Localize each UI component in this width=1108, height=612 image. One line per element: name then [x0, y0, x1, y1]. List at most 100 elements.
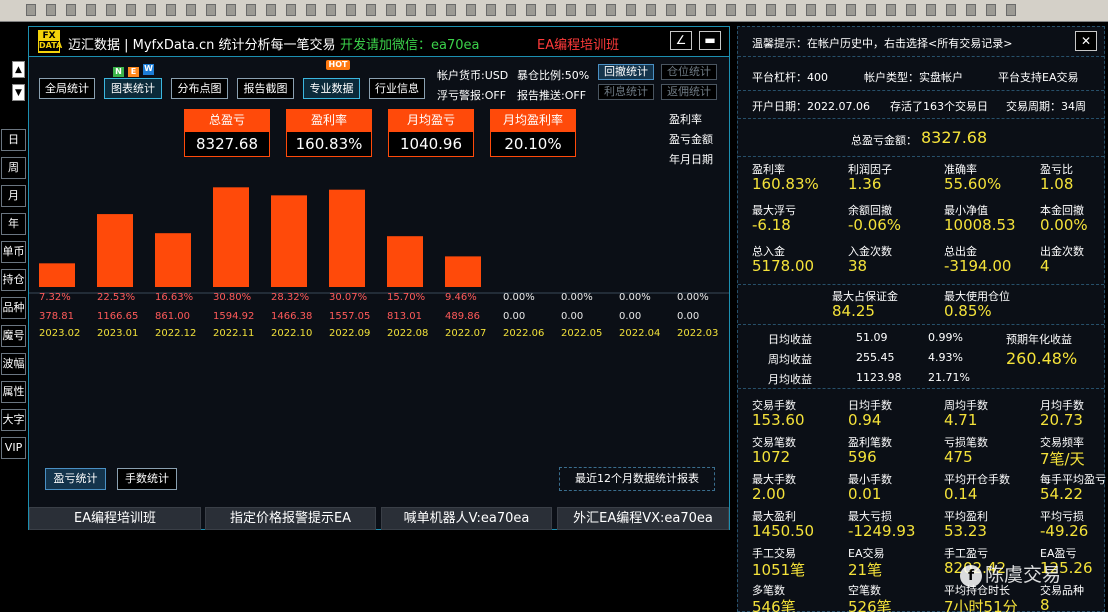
amount-label: 0.00: [561, 311, 584, 322]
kpi-title: 盈利率: [286, 109, 372, 131]
date-label: 2022.10: [271, 328, 313, 339]
promo-ea-programming[interactable]: 外汇EA编程VX:ea70ea: [557, 507, 729, 530]
kpi-profit-rate: 盈利率 160.83%: [286, 109, 372, 161]
toolbar-segment: [386, 4, 396, 16]
leverage: 平台杠杆：400: [752, 71, 828, 84]
percent-label: 0.00%: [503, 292, 535, 303]
left-nav-item[interactable]: 周: [1, 157, 26, 179]
stat-value: 153.60: [752, 411, 805, 429]
left-nav-item[interactable]: 月: [1, 185, 26, 207]
fxdata-logo: FX DATA: [38, 30, 62, 53]
left-nav-item[interactable]: 品种: [1, 297, 26, 319]
toolbar-segment: [306, 4, 316, 16]
position-stats-button[interactable]: 仓位统计: [661, 64, 717, 80]
account-row: 平台杠杆：400 帐户类型：实盘帐户 平台支持EA交易: [738, 61, 1104, 91]
return-amount: 51.09: [856, 331, 888, 344]
left-nav-item[interactable]: 年: [1, 213, 26, 235]
drawdown-stats-button[interactable]: 回撤统计: [598, 64, 654, 80]
toolbar-segment: [886, 4, 896, 16]
report-push[interactable]: 报告推送:OFF: [517, 87, 586, 103]
amount-label: 813.01: [387, 311, 422, 322]
tab-distribution[interactable]: 分布点图: [171, 78, 228, 99]
amount-label: 0.00: [677, 311, 700, 322]
left-nav-item[interactable]: 日: [1, 129, 26, 151]
close-icon[interactable]: ✕: [1075, 31, 1097, 51]
minimize-icon[interactable]: ▬: [699, 31, 721, 50]
left-nav-item[interactable]: VIP: [1, 437, 26, 459]
toolbar-segment: [226, 4, 236, 16]
amount-label: 378.81: [39, 311, 74, 322]
tab-industry-info[interactable]: 行业信息: [369, 78, 425, 99]
float-alert[interactable]: 浮亏警报:OFF: [437, 87, 506, 103]
toolbar-segment: [786, 4, 796, 16]
amount-label: 861.00: [155, 311, 190, 322]
left-nav-item[interactable]: 持仓: [1, 269, 26, 291]
return-amount: 255.45: [856, 351, 895, 364]
toolbar-segment: [726, 4, 736, 16]
toolbar-segment: [286, 4, 296, 16]
stat-value: 10008.53: [944, 216, 1016, 234]
promo-price-alert-ea[interactable]: 指定价格报警提示EA: [205, 507, 376, 530]
right-stats-panel: 温馨提示：在帐户历史中，右击选择<所有交易记录> ✕ 平台杠杆：400 帐户类型…: [737, 26, 1106, 612]
course-link[interactable]: EA编程培训班: [537, 34, 619, 53]
date-label: 2022.06: [503, 328, 545, 339]
left-nav-item[interactable]: 大字: [1, 409, 26, 431]
left-nav-item[interactable]: 单币: [1, 241, 26, 263]
toolbar-segment: [186, 4, 196, 16]
stat-value: 21笔: [848, 561, 883, 579]
toolbar-segment: [126, 4, 136, 16]
legend-date: 年月日期: [669, 153, 713, 166]
exposure-ratio: 暴仓比例:50%: [517, 69, 590, 82]
return-label: 日均收益: [768, 333, 812, 346]
scroll-up-button[interactable]: ▲: [12, 61, 25, 78]
interest-stats-button[interactable]: 利息统计: [598, 84, 654, 100]
left-nav-item[interactable]: 属性: [1, 381, 26, 403]
stat-value: 1072: [752, 448, 791, 466]
toolbar-segment: [526, 4, 536, 16]
max-margin-value: 84.25: [832, 302, 875, 320]
tab-report-screenshot[interactable]: 报告截图: [237, 78, 294, 99]
promo-signal-robot[interactable]: 喊单机器人V:ea70ea: [381, 507, 552, 530]
date-label: 2022.04: [619, 328, 661, 339]
toolbar-segment: [26, 4, 36, 16]
stat-value: 4: [1040, 257, 1050, 275]
stat-value: 38: [848, 257, 868, 275]
toolbar-segment: [446, 4, 456, 16]
promo-ea-course[interactable]: EA编程培训班: [29, 507, 201, 530]
toolbar-segment: [586, 4, 596, 16]
left-nav-item[interactable]: 波幅: [1, 353, 26, 375]
stat-value: 7小时51分: [944, 598, 1018, 612]
return-label: 周均收益: [768, 353, 812, 366]
edit-icon[interactable]: ∠: [670, 31, 692, 50]
chart-bar: [387, 236, 423, 287]
kpi-value: 160.83%: [286, 131, 372, 157]
tab-chart-stats[interactable]: 图表统计: [104, 78, 162, 99]
stats-grid-1: 盈利率 160.83% 利润因子 1.36 准确率 55.60% 盈亏比 1.08 最大浮亏 -6…: [738, 157, 1104, 285]
left-nav-item[interactable]: 魔号: [1, 325, 26, 347]
percent-label: 0.00%: [561, 292, 593, 303]
percent-label: 30.80%: [213, 292, 252, 303]
amount-label: 0.00: [619, 311, 642, 322]
toolbar-segment: [426, 4, 436, 16]
tab-global-stats[interactable]: 全局统计: [39, 78, 95, 99]
percent-label: 0.00%: [677, 292, 709, 303]
toolbar-segment: [746, 4, 756, 16]
toolbar-segment: [486, 4, 496, 16]
contact-wechat: 开发请加微信：ea70ea: [340, 38, 480, 53]
lot-stats-button[interactable]: 手数统计: [117, 468, 177, 490]
percent-label: 15.70%: [387, 292, 426, 303]
watermark: f 陈虞交易: [960, 560, 1061, 587]
stat-value: -0.06%: [848, 216, 902, 234]
rebate-stats-button[interactable]: 返佣统计: [661, 84, 717, 100]
stat-value: 1.36: [848, 175, 882, 193]
date-label: 2022.07: [445, 328, 487, 339]
toolbar-segment: [906, 4, 916, 16]
pnl-stats-button[interactable]: 盈亏统计: [45, 468, 106, 490]
toolbar-segment: [326, 4, 336, 16]
kpi-title: 总盈亏: [184, 109, 270, 131]
tab-pro-data[interactable]: 专业数据: [303, 78, 360, 99]
scroll-down-button[interactable]: ▼: [12, 84, 25, 101]
date-label: 2022.12: [155, 328, 197, 339]
hot-badge: HOT: [326, 60, 350, 70]
kpi-value: 8327.68: [184, 131, 270, 157]
